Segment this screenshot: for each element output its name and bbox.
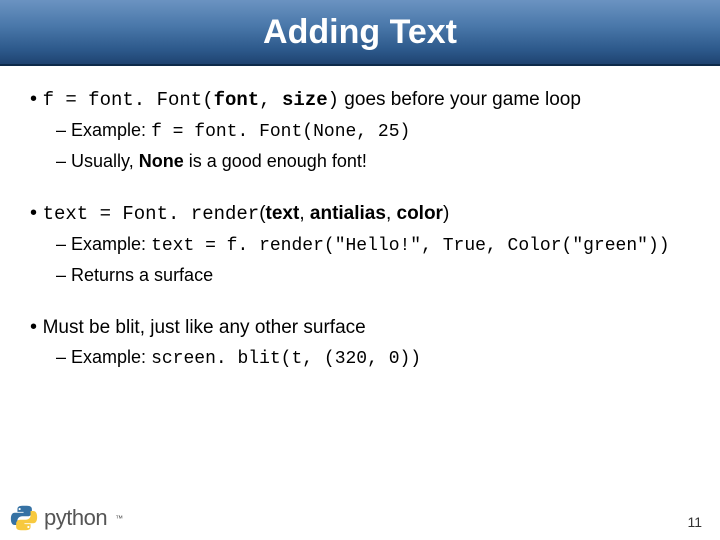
python-icon — [10, 504, 38, 532]
title-bar: Adding Text — [0, 0, 720, 66]
bullet-2: text = Font. render(text, antialias, col… — [30, 200, 690, 288]
slide-title: Adding Text — [263, 13, 457, 52]
bullet-1: f = font. Font(font, size) goes before y… — [30, 86, 690, 174]
param-size: size — [282, 89, 328, 111]
python-wordmark: python — [44, 505, 107, 531]
bullet-1-sub-2: Usually, None is a good enough font! — [56, 149, 690, 174]
code-text: f = font. Font( — [43, 89, 214, 111]
trademark: ™ — [115, 514, 123, 523]
param-color: color — [397, 203, 443, 224]
bullet-3-sub-1: Example: screen. blit(t, (320, 0)) — [56, 345, 690, 372]
param-font: font — [214, 89, 260, 111]
footer-logo: python ™ — [10, 504, 123, 532]
page-number: 11 — [687, 514, 702, 530]
param-text: text — [266, 203, 300, 224]
code-text: text = Font. render — [43, 203, 260, 225]
param-antialias: antialias — [310, 203, 386, 224]
bullet-2-sub-1: Example: text = f. render("Hello!", True… — [56, 232, 690, 259]
bullet-2-sub-2: Returns a surface — [56, 263, 690, 288]
bullet-1-sub-1: Example: f = font. Font(None, 25) — [56, 118, 690, 145]
bullet-3: Must be blit, just like any other surfac… — [30, 314, 690, 372]
slide-body: f = font. Font(font, size) goes before y… — [0, 66, 720, 372]
